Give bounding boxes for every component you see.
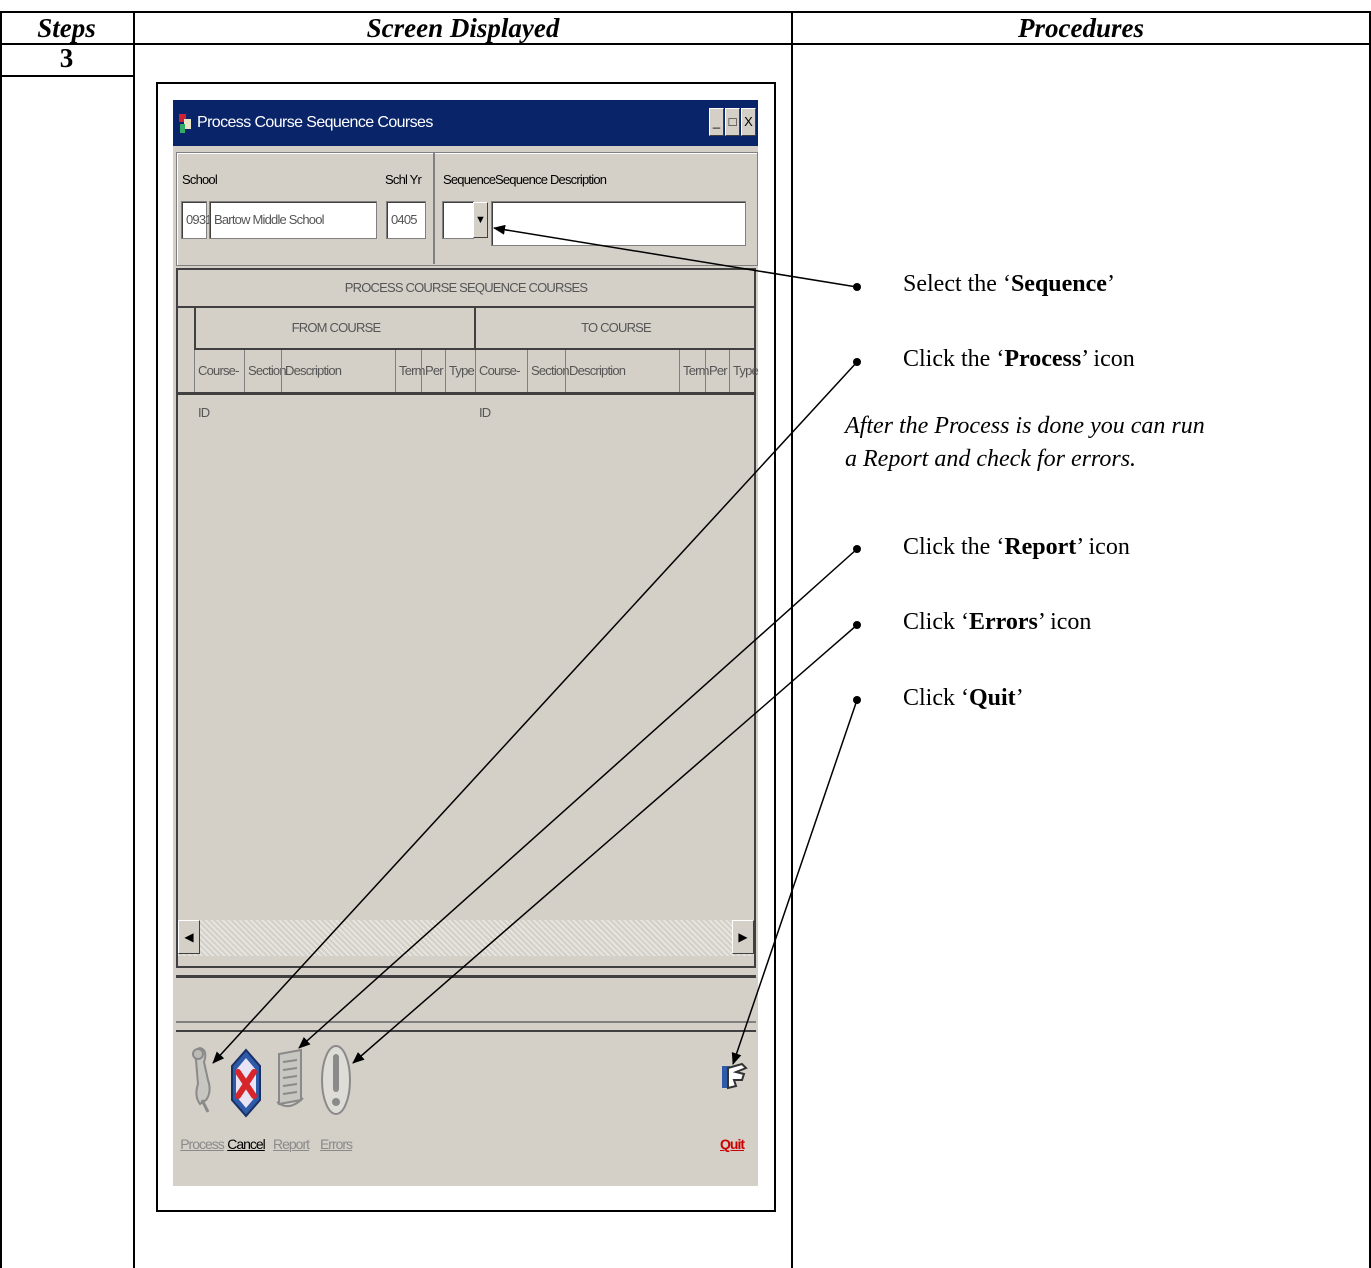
- arrow-errors: [352, 624, 858, 1064]
- arrow-process: [212, 361, 858, 1064]
- arrow-report: [298, 548, 858, 1049]
- arrow-sequence: [493, 224, 858, 288]
- callout-arrows: [212, 224, 858, 1065]
- arrow-quit: [731, 699, 858, 1065]
